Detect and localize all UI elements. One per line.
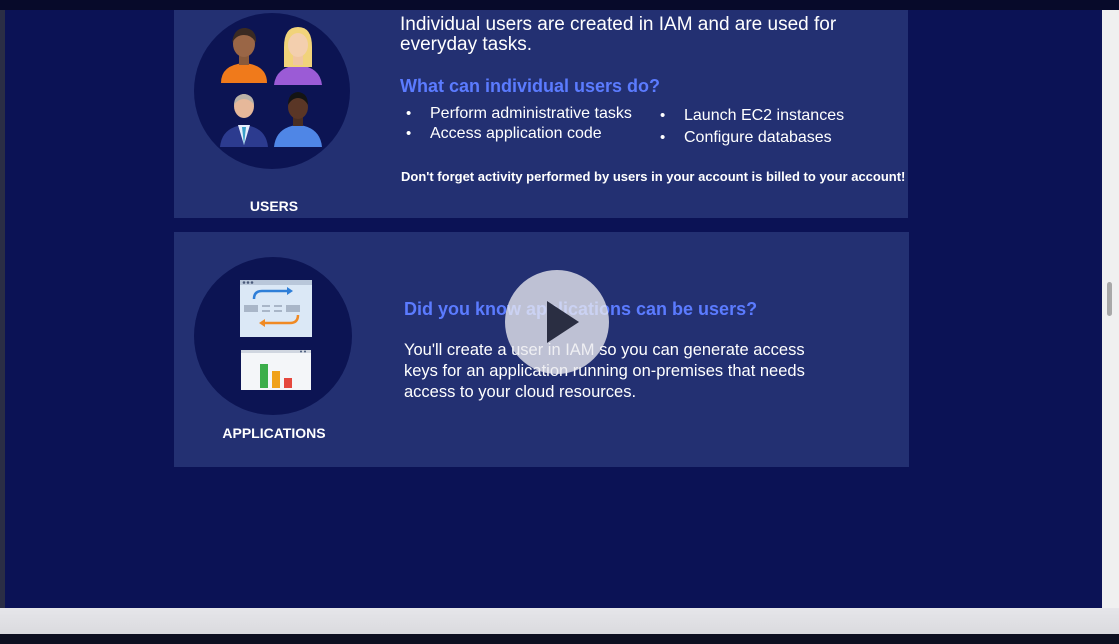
bottom-strip [0, 634, 1119, 644]
bullet-icon: • [406, 125, 412, 142]
bullet-icon: • [660, 107, 666, 124]
users-intro-text: Individual users are created in IAM and … [400, 14, 837, 55]
users-bullets-left: • Perform administrative tasks • Access ap… [402, 104, 632, 144]
list-item: • Access application code [402, 124, 632, 144]
top-bar [0, 0, 1119, 10]
bullet-text: Launch EC2 instances [684, 107, 845, 124]
users-label: USERS [249, 198, 299, 214]
applications-illustration [194, 257, 352, 415]
users-avatars-illustration [194, 13, 350, 169]
scrollbar[interactable] [1102, 10, 1119, 608]
video-frame[interactable]: USERS Individual users are created in IA… [0, 0, 1119, 644]
users-heading: What can individual users do? [400, 76, 661, 96]
bullet-text: Perform administrative tasks [430, 105, 632, 122]
applications-label: APPLICATIONS [222, 425, 326, 441]
bullet-icon: • [406, 105, 412, 122]
play-button[interactable] [505, 270, 609, 374]
users-avatars-icon [220, 27, 322, 147]
bullet-text: Configure databases [684, 129, 832, 146]
list-item: • Perform administrative tasks [402, 104, 632, 124]
applications-body-text: You'll create a user in IAM so you can g… [404, 341, 805, 401]
left-edge [0, 10, 5, 608]
users-bullets-right: • Launch EC2 instances • Configure databas… [656, 105, 844, 149]
users-card: USERS Individual users are created in IA… [174, 10, 908, 218]
bullet-text: Access application code [430, 125, 602, 142]
list-item: • Configure databases [656, 127, 844, 149]
list-item: • Launch EC2 instances [656, 105, 844, 127]
bullet-icon: • [660, 129, 666, 146]
bar-chart-icon [241, 350, 311, 390]
play-icon [547, 301, 579, 343]
application-window-icon [240, 280, 312, 390]
users-billing-note: Don't forget activity performed by users… [401, 169, 906, 184]
scrollbar-thumb[interactable] [1107, 282, 1112, 316]
